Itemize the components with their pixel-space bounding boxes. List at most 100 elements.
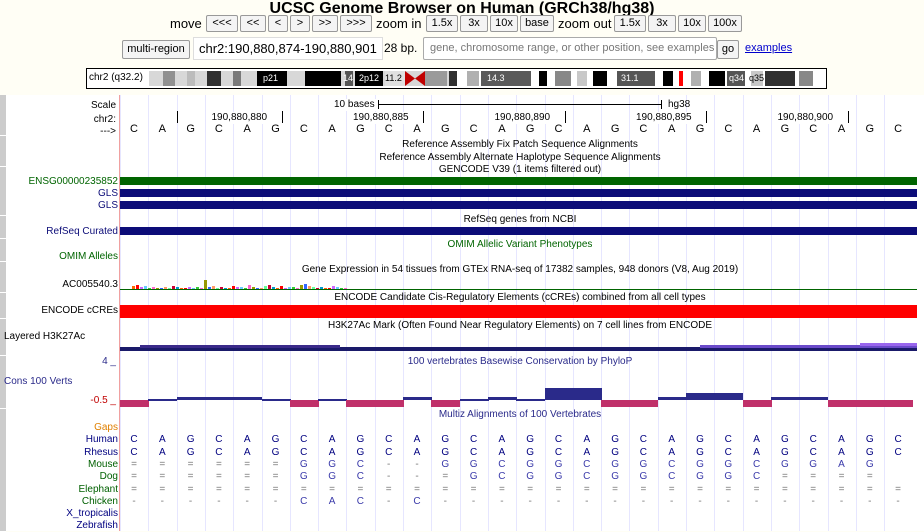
gtex-tissue-bar[interactable] <box>164 287 167 289</box>
gtex-tissue-bar[interactable] <box>148 288 151 289</box>
conservation-bar[interactable] <box>403 397 432 400</box>
chromosome-ideogram[interactable]: chr2 (q32.2) p21 14 2p12 11.2 14.3 31.1 … <box>86 68 827 89</box>
gencode-gls-feature-2[interactable] <box>120 201 917 209</box>
gtex-label[interactable]: AC005540.3 <box>4 279 118 291</box>
refseq-track-title[interactable]: RefSeq genes from NCBI <box>120 214 920 226</box>
conservation-bar[interactable] <box>686 393 715 400</box>
species-label[interactable]: Rhesus <box>4 447 118 459</box>
encode-ccre-feature[interactable] <box>120 305 917 318</box>
species-label[interactable]: Dog <box>4 471 118 483</box>
gtex-tissue-bar[interactable] <box>300 285 303 289</box>
move-right-more-button[interactable]: >> <box>312 15 338 32</box>
conservation-bar[interactable] <box>374 400 404 407</box>
gtex-tissue-bar[interactable] <box>332 286 335 289</box>
conservation-bar[interactable] <box>629 400 659 407</box>
gtex-tissue-bar[interactable] <box>168 288 171 289</box>
gtex-tissue-bar[interactable] <box>276 288 279 289</box>
conservation-bar[interactable] <box>714 393 744 400</box>
gtex-tissue-bar[interactable] <box>244 288 247 289</box>
conservation-bar[interactable] <box>657 397 687 400</box>
gtex-tissue-bar[interactable] <box>132 286 135 289</box>
encode-track-title[interactable]: ENCODE Candidate Cis-Regulatory Elements… <box>120 292 920 304</box>
gtex-tissue-bar[interactable] <box>156 288 159 289</box>
move-far-right-button[interactable]: >>> <box>340 15 372 32</box>
gencode-ensg-label[interactable]: ENSG00000235852 <box>4 176 118 188</box>
multi-region-button[interactable]: multi-region <box>122 40 190 59</box>
gtex-tissue-bar[interactable] <box>268 285 271 289</box>
alt-haplotype-track-title[interactable]: Reference Assembly Alternate Haplotype S… <box>120 152 920 164</box>
gtex-tissue-bar[interactable] <box>172 286 175 289</box>
zoom-out-10x-button[interactable]: 10x <box>678 15 706 32</box>
refseq-feature[interactable] <box>120 227 917 235</box>
species-label[interactable]: X_tropicalis <box>4 508 118 520</box>
gtex-tissue-bar[interactable] <box>336 287 339 289</box>
zoom-in-10x-button[interactable]: 10x <box>490 15 518 32</box>
encode-label[interactable]: ENCODE cCREs <box>4 305 118 317</box>
fix-patch-track-title[interactable]: Reference Assembly Fix Patch Sequence Al… <box>120 139 920 151</box>
move-far-left-button[interactable]: <<< <box>206 15 238 32</box>
gtex-tissue-bar[interactable] <box>252 287 255 289</box>
species-label[interactable]: Human <box>4 434 118 446</box>
conservation-bar[interactable] <box>233 397 263 400</box>
gtex-tissue-bar[interactable] <box>144 286 147 289</box>
conservation-bar[interactable] <box>516 399 546 401</box>
cons-label[interactable]: Cons 100 Verts <box>4 376 118 388</box>
gtex-tissue-bar[interactable] <box>160 288 163 289</box>
gtex-tissue-bar[interactable] <box>292 287 295 289</box>
move-left-button[interactable]: < <box>268 15 288 32</box>
move-left-more-button[interactable]: << <box>240 15 266 32</box>
zoom-out-100x-button[interactable]: 100x <box>708 15 742 32</box>
gtex-tissue-bar[interactable] <box>228 288 231 289</box>
conservation-bar[interactable] <box>487 397 517 400</box>
gtex-tissue-bar[interactable] <box>256 288 259 289</box>
refseq-label[interactable]: RefSeq Curated <box>4 226 118 238</box>
gtex-tissue-bar[interactable] <box>284 288 287 289</box>
species-label[interactable]: Chicken <box>4 496 118 508</box>
gtex-tissue-bar[interactable] <box>180 288 183 289</box>
gtex-tissue-bar[interactable] <box>316 288 319 289</box>
conservation-bar[interactable] <box>601 400 631 407</box>
move-right-button[interactable]: > <box>290 15 310 32</box>
examples-link[interactable]: examples <box>745 42 792 54</box>
species-label[interactable]: Gaps <box>4 422 118 434</box>
position-display[interactable]: chr2:190,880,874-190,880,901 <box>193 37 383 60</box>
gtex-tissue-bar[interactable] <box>236 287 239 289</box>
gtex-tissue-bar[interactable] <box>200 288 203 289</box>
conservation-bar[interactable] <box>120 400 149 407</box>
ruler-drag-handle[interactable] <box>0 95 6 136</box>
conservation-bar[interactable] <box>827 400 857 407</box>
omim-track-title[interactable]: OMIM Allelic Variant Phenotypes <box>120 239 920 251</box>
gtex-tissue-bar[interactable] <box>184 288 187 289</box>
conservation-bar[interactable] <box>770 397 800 400</box>
conservation-bar[interactable] <box>855 400 885 407</box>
zoom-in-1-5x-button[interactable]: 1.5x <box>426 15 458 32</box>
conservation-bar[interactable] <box>346 400 376 407</box>
gencode-gls-label-2[interactable]: GLS <box>4 200 118 212</box>
gtex-tissue-bar[interactable] <box>152 287 155 289</box>
conservation-bar[interactable] <box>318 399 348 401</box>
conservation-bar[interactable] <box>176 397 206 400</box>
gtex-tissue-bar[interactable] <box>204 280 207 289</box>
gtex-tissue-bar[interactable] <box>296 288 299 289</box>
gencode-track-title[interactable]: GENCODE V39 (1 items filtered out) <box>120 164 920 176</box>
conservation-bar[interactable] <box>204 397 234 400</box>
zoom-in-3x-button[interactable]: 3x <box>460 15 488 32</box>
species-label[interactable]: Zebrafish <box>4 520 118 532</box>
gtex-track-title[interactable]: Gene Expression in 54 tissues from GTEx … <box>120 264 920 276</box>
species-label[interactable]: Mouse <box>4 459 118 471</box>
gtex-tissue-bar[interactable] <box>224 288 227 289</box>
conservation-bar[interactable] <box>431 400 461 407</box>
gtex-tissue-bar[interactable] <box>304 284 307 289</box>
search-input[interactable]: gene, chromosome range, or other positio… <box>423 37 717 60</box>
omim-label[interactable]: OMIM Alleles <box>4 251 118 263</box>
gtex-tissue-bar[interactable] <box>328 288 331 289</box>
h3k27ac-label[interactable]: Layered H3K27Ac <box>4 331 118 343</box>
gtex-tissue-bar[interactable] <box>232 286 235 289</box>
go-button[interactable]: go <box>717 40 739 59</box>
conservation-bar[interactable] <box>572 388 602 400</box>
gtex-tissue-bar[interactable] <box>240 287 243 289</box>
gtex-tissue-bar[interactable] <box>272 287 275 289</box>
gtex-tissue-bar[interactable] <box>188 287 191 289</box>
conservation-bar[interactable] <box>261 399 291 401</box>
zoom-out-3x-button[interactable]: 3x <box>648 15 676 32</box>
